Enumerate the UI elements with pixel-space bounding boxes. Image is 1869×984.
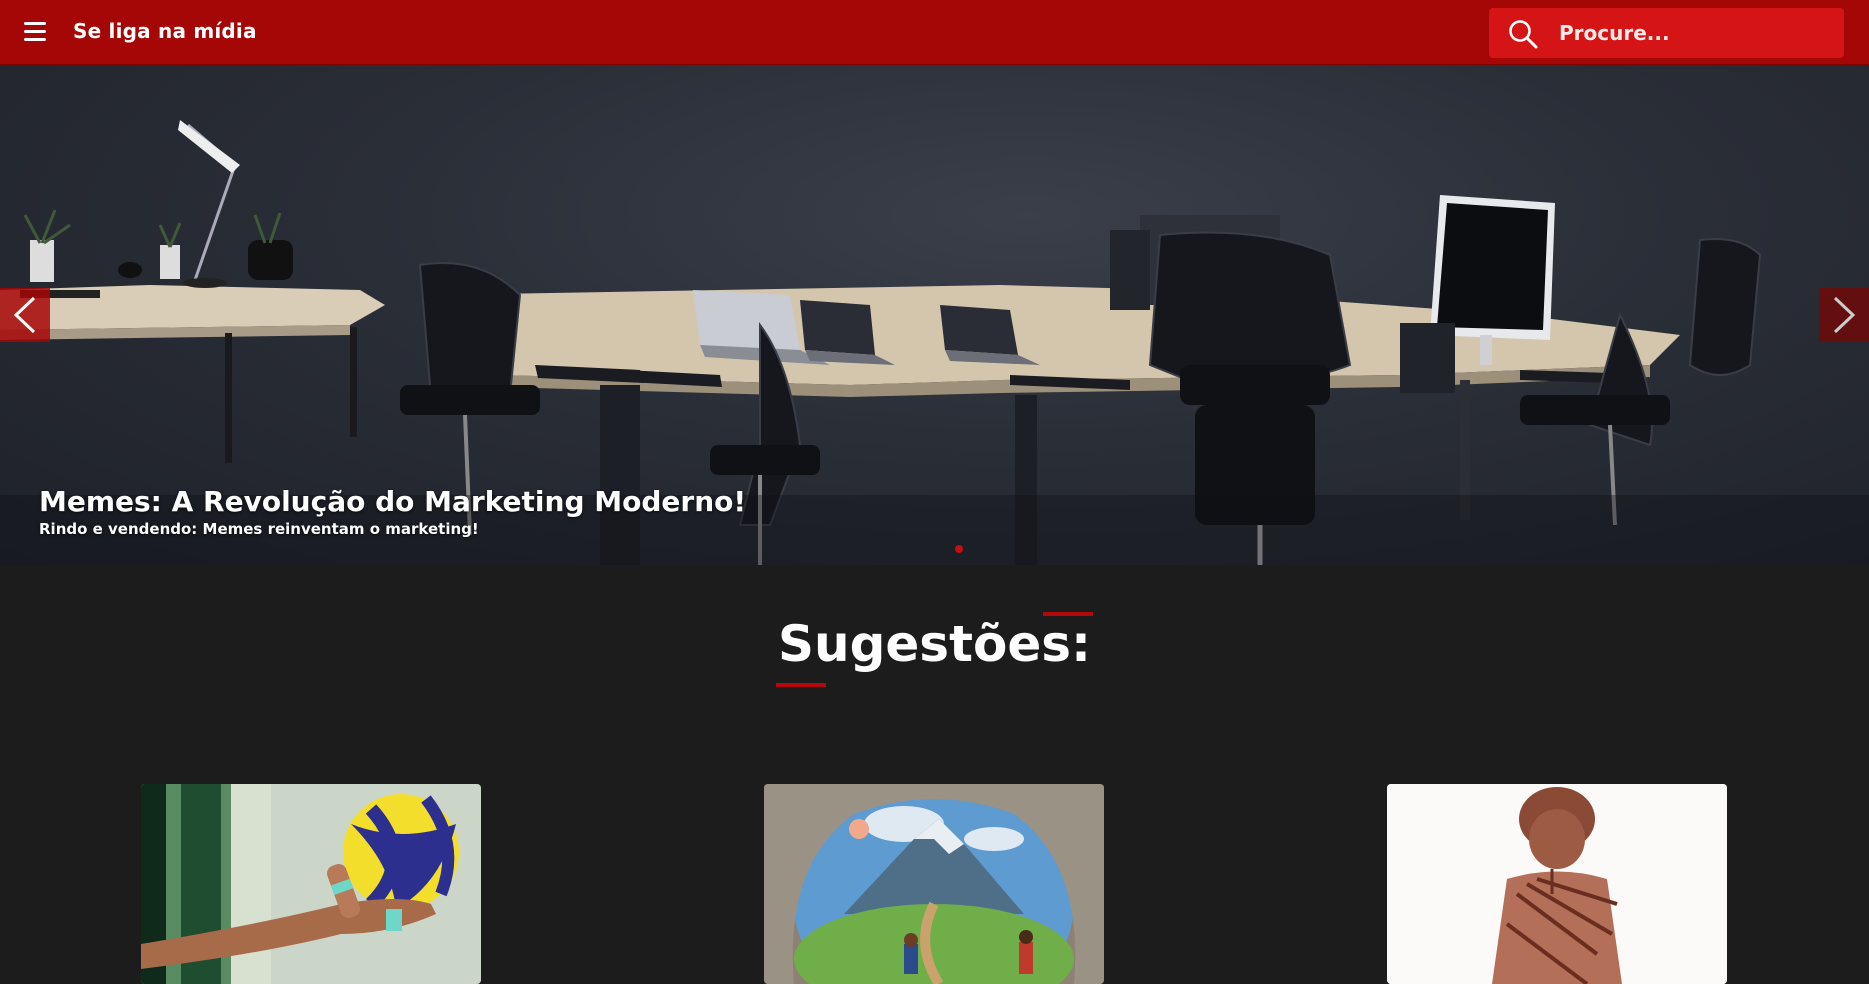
title-accent-bottom	[776, 683, 826, 687]
suggestion-card[interactable]	[764, 784, 1104, 984]
title-accent-top	[1043, 612, 1093, 616]
hero-subtitle: Rindo e vendendo: Memes reinventam o mar…	[39, 520, 479, 538]
suggestion-card[interactable]	[141, 784, 481, 984]
section-title: Sugestões:	[776, 605, 1093, 687]
vintage-engraving-portrait	[1387, 784, 1727, 984]
hero-caption: Memes: A Revolução do Marketing Moderno!…	[39, 485, 746, 538]
chevron-left-icon	[13, 296, 36, 334]
carousel-indicator-active[interactable]	[955, 545, 963, 553]
hamburger-menu-button[interactable]	[24, 22, 48, 42]
carousel-next-button[interactable]	[1819, 288, 1869, 342]
volleyball-hand-photo	[141, 784, 481, 984]
cave-mountain-children-illustration	[764, 784, 1104, 984]
hero-title[interactable]: Memes: A Revolução do Marketing Moderno!	[39, 485, 746, 518]
site-brand[interactable]: Se liga na mídia	[73, 19, 257, 43]
suggestion-card[interactable]	[1387, 784, 1727, 984]
search-input[interactable]	[1559, 16, 1829, 50]
section-title-text: Sugestões:	[778, 615, 1091, 673]
hamburger-icon	[24, 22, 46, 25]
top-navbar: Se liga na mídia	[0, 0, 1869, 65]
search-icon	[1509, 20, 1538, 49]
search-box[interactable]	[1489, 8, 1844, 58]
hero-carousel: Memes: A Revolução do Marketing Moderno!…	[0, 65, 1869, 565]
carousel-prev-button[interactable]	[0, 288, 50, 342]
chevron-right-icon	[1833, 296, 1856, 334]
suggestions-header: Sugestões:	[0, 605, 1869, 687]
